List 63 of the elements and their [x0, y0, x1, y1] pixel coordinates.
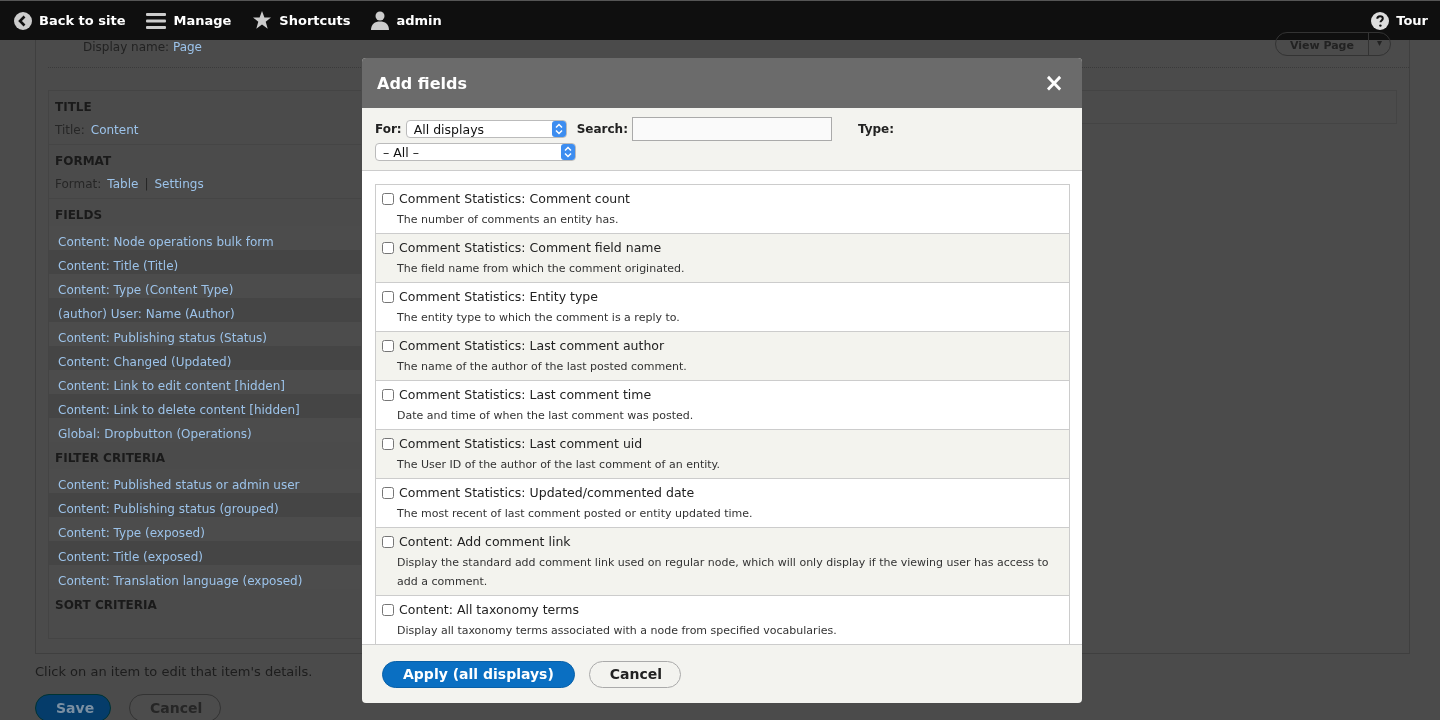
- toolbar-link[interactable]: Manage: [146, 11, 232, 30]
- separator: |: [144, 177, 149, 191]
- views-item-link[interactable]: Content: Link to edit content [hidden]: [58, 379, 285, 393]
- field-description: Display the standard add comment link used on regular node, which will only display if the viewing user has access to add a comment.: [396, 555, 1050, 590]
- setting-link[interactable]: Table: [107, 177, 139, 191]
- field-description: The field name from which the comment originated.: [396, 261, 686, 277]
- field-description: The name of the author of the last posted comment.: [396, 359, 688, 375]
- field-description: The most recent of last comment posted or entity updated time.: [396, 506, 754, 522]
- setting-link[interactable]: Settings: [154, 177, 204, 191]
- field-title[interactable]: Content: All taxonomy terms: [399, 602, 579, 618]
- field-checkbox[interactable]: [382, 340, 394, 352]
- views-item-link[interactable]: Content: Translation language (exposed): [58, 574, 303, 588]
- field-checkbox[interactable]: [382, 604, 394, 616]
- type-select[interactable]: – All –: [375, 143, 576, 161]
- field-checkbox[interactable]: [382, 438, 394, 450]
- toolbar-link[interactable]: Back to site: [14, 11, 126, 30]
- caret-icon: ▾: [1368, 33, 1390, 55]
- stepper-icon: [561, 144, 575, 160]
- field-description: The entity type to which the comment is a reply to.: [396, 310, 681, 326]
- views-item-link[interactable]: Content: Published status or admin user: [58, 478, 300, 492]
- search-field[interactable]: [631, 117, 832, 141]
- field-title[interactable]: Comment Statistics: Last comment time: [399, 387, 652, 403]
- field-checkbox[interactable]: [382, 487, 394, 499]
- filter-label: Search:: [576, 122, 628, 136]
- field-title[interactable]: Comment Statistics: Comment field name: [399, 240, 662, 256]
- user-icon: [371, 11, 390, 30]
- save-button[interactable]: Save: [35, 694, 111, 720]
- field-description: Date and time of when the last comment was posted.: [396, 408, 695, 424]
- field-title[interactable]: Comment Statistics: Last comment uid: [399, 436, 643, 452]
- toolbar-link[interactable]: Shortcuts: [252, 11, 351, 30]
- field-description: The number of comments an entity has.: [396, 212, 620, 228]
- views-item-link[interactable]: Global: Dropbutton (Operations): [58, 427, 252, 441]
- field-description: Display all taxonomy terms associated with a node from specified vocabularies.: [396, 623, 838, 639]
- field-checkbox[interactable]: [382, 291, 394, 303]
- field-title[interactable]: Content: Add comment link: [399, 534, 571, 550]
- field-title[interactable]: Comment Statistics: Last comment author: [399, 338, 665, 354]
- cancel-button[interactable]: Cancel: [588, 660, 681, 688]
- views-item-link[interactable]: Content: Type (exposed): [58, 526, 205, 540]
- display-select[interactable]: All displays: [405, 120, 567, 138]
- field-description: The User ID of the author of the last comment of an entity.: [396, 457, 722, 473]
- close-button[interactable]: ×: [1039, 71, 1068, 95]
- apply-button[interactable]: Apply (all displays): [382, 660, 575, 688]
- star-icon: [252, 11, 273, 30]
- display-name-link[interactable]: Page: [172, 40, 202, 54]
- tour-link[interactable]: Tour: [1371, 11, 1428, 30]
- menu-icon: [146, 11, 167, 30]
- stepper-icon: [551, 121, 566, 137]
- field-checkbox[interactable]: [382, 242, 394, 254]
- toolbar-link[interactable]: admin: [371, 11, 442, 30]
- field-title[interactable]: Comment Statistics: Entity type: [399, 289, 598, 305]
- field-title[interactable]: Comment Statistics: Updated/commented date: [399, 485, 695, 501]
- help-icon: [1371, 11, 1390, 30]
- dialog-title: Add fields: [377, 73, 468, 93]
- views-item-link[interactable]: Content: Publishing status (Status): [58, 331, 267, 345]
- field-title[interactable]: Comment Statistics: Comment count: [399, 191, 631, 207]
- views-item-link[interactable]: Content: Node operations bulk form: [58, 235, 274, 249]
- filter-label: For:: [375, 122, 402, 136]
- field-checkbox[interactable]: [382, 389, 394, 401]
- field-checkbox[interactable]: [382, 536, 394, 548]
- setting-link[interactable]: Content: [90, 123, 139, 137]
- views-item-link[interactable]: Content: Type (Content Type): [58, 283, 234, 297]
- field-checkbox[interactable]: [382, 193, 394, 205]
- filter-label: Type:: [857, 122, 896, 136]
